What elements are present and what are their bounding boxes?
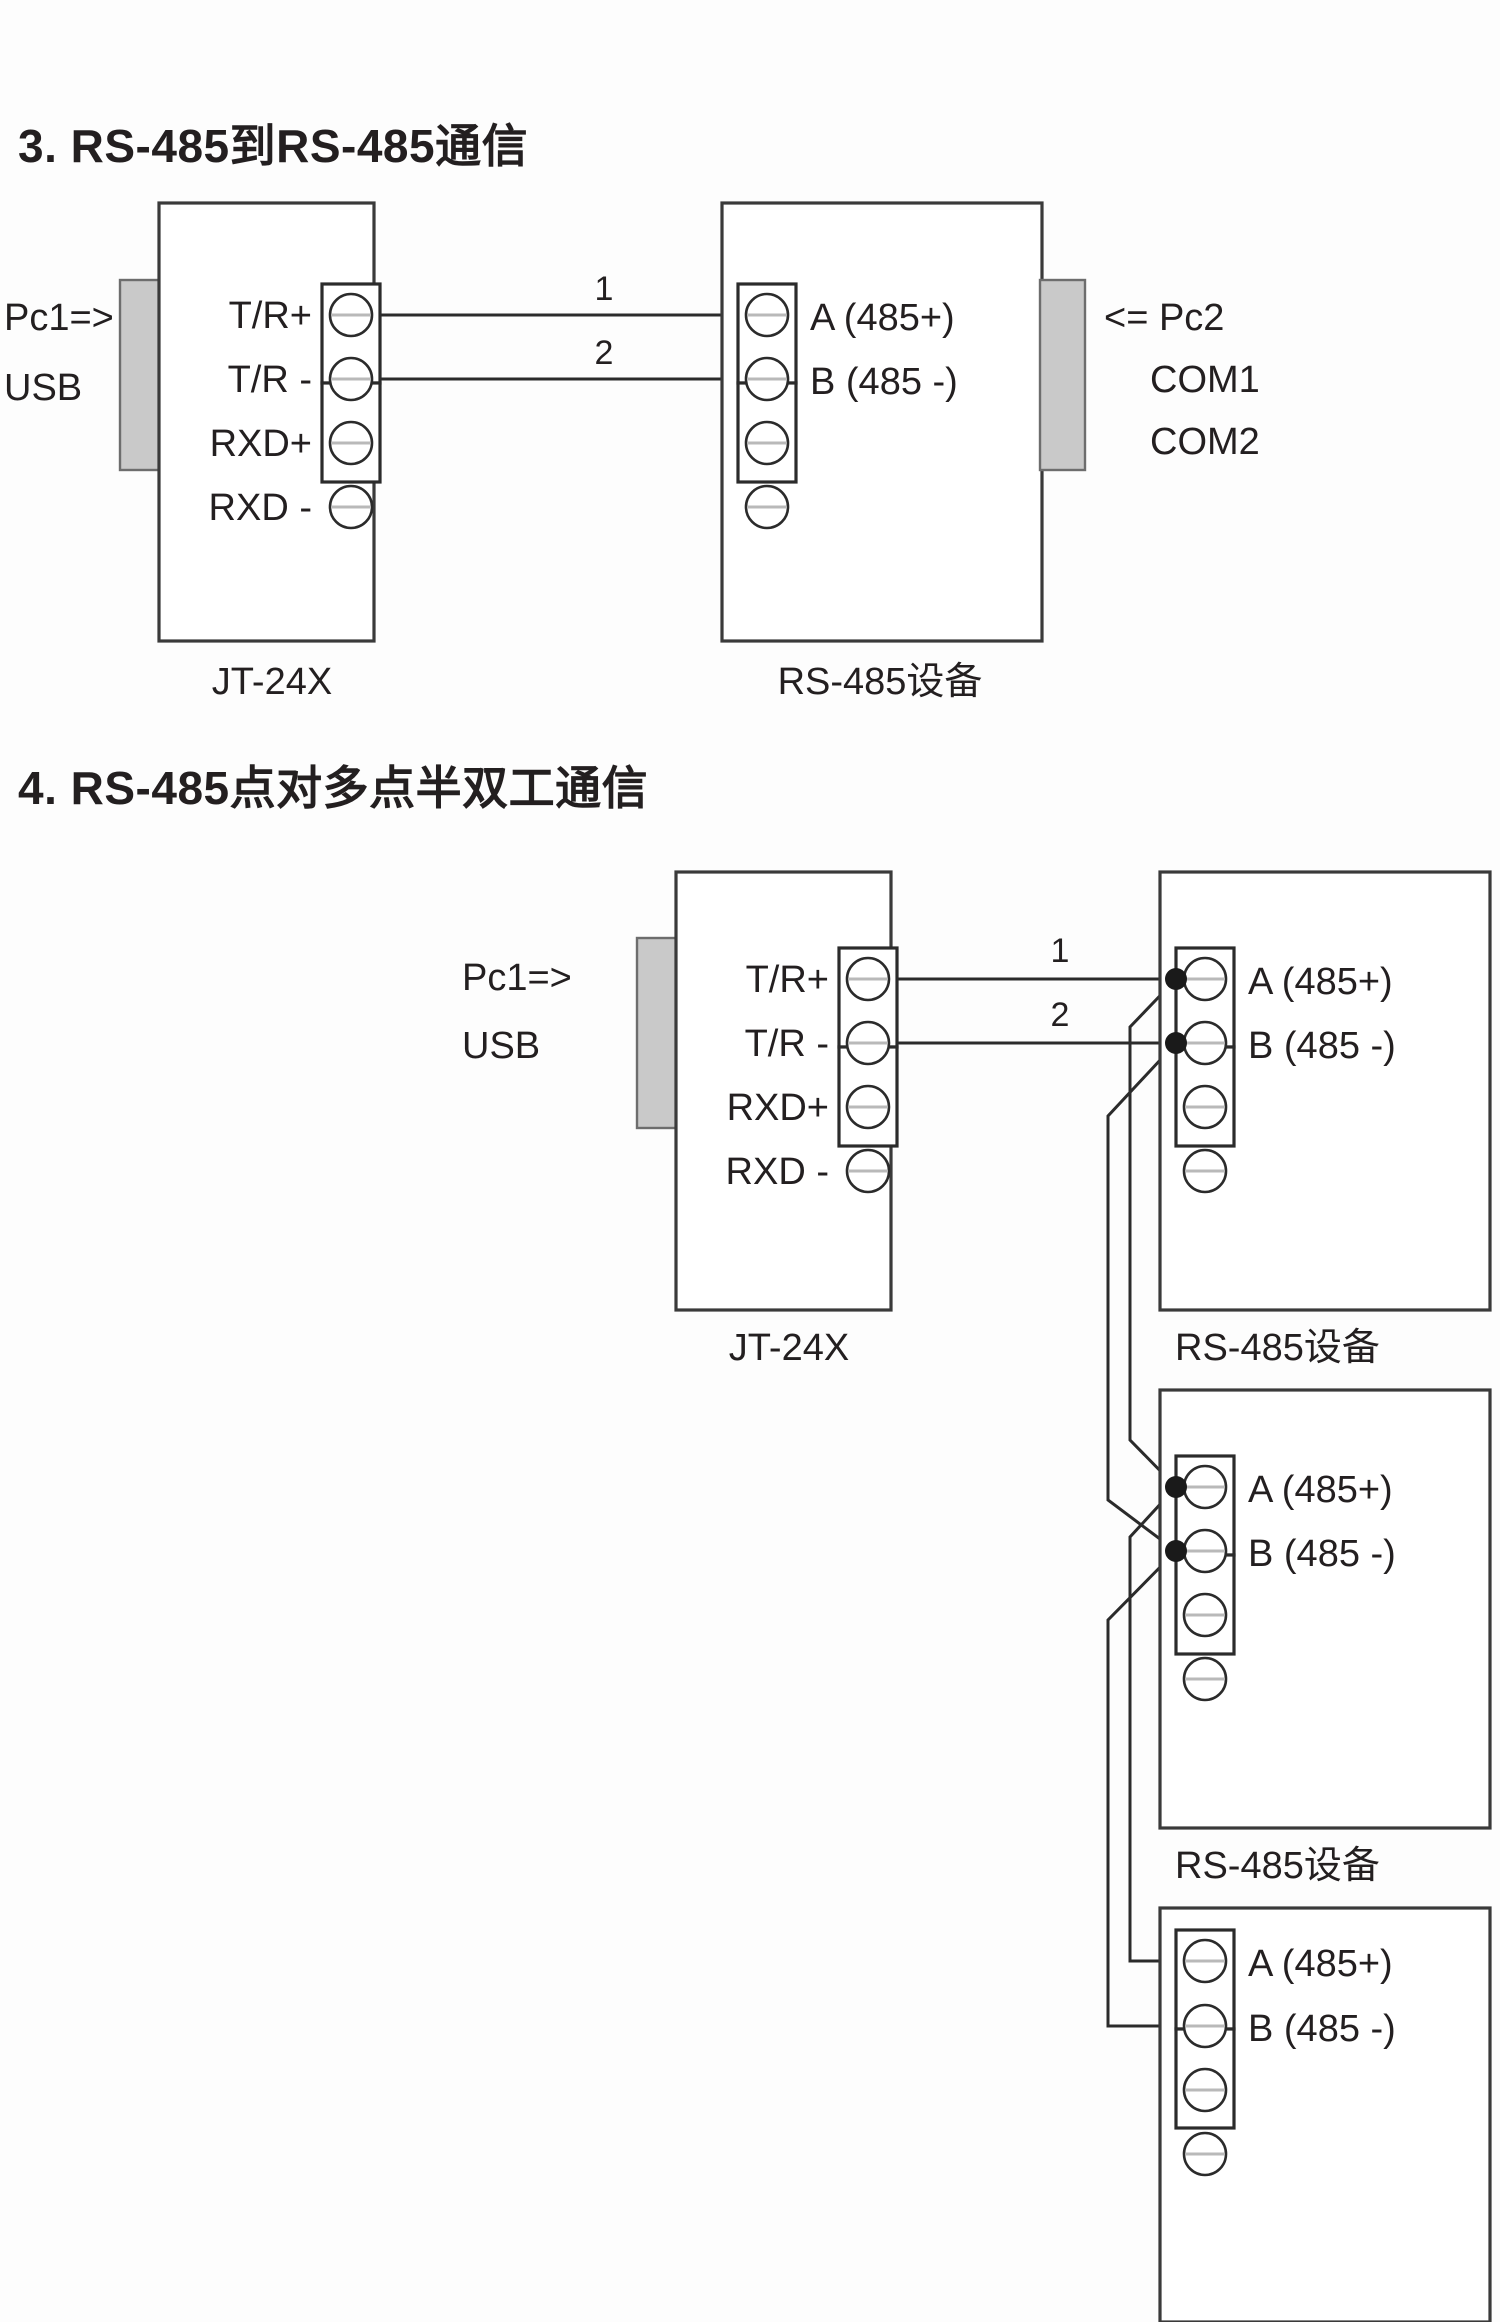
s3-device-body — [720, 201, 1044, 643]
s4-device-2-pin-1: B (485 -) — [1248, 1533, 1396, 1575]
s4-converter-screw-2 — [845, 1084, 891, 1130]
s3-device-screw-1 — [744, 356, 790, 402]
s3-converter-screw-2 — [328, 420, 374, 466]
s4-pc1-label: Pc1=> — [462, 957, 572, 999]
s3-device-com-connector — [1038, 278, 1087, 472]
s3-com1-label: COM1 — [1150, 359, 1260, 401]
s4-device-3-pin-1: B (485 -) — [1248, 2008, 1396, 2050]
s3-converter-pin-0: T/R+ — [229, 295, 312, 337]
s4-device-3-screw-1 — [1182, 2003, 1228, 2049]
s4-device-2-screw-3 — [1182, 1656, 1228, 1702]
s3-usb-label: USB — [4, 367, 82, 409]
s3-device-screw-0 — [744, 292, 790, 338]
s3-converter-pin-3: RXD - — [209, 487, 312, 529]
s4-device-2-pin-0: A (485+) — [1248, 1469, 1393, 1511]
s4-converter-terminal-strip-lower — [837, 1045, 899, 1148]
s3-converter-pin-2: RXD+ — [210, 423, 312, 465]
s3-converter-terminal-strip-upper — [320, 282, 382, 385]
s4-usb-label: USB — [462, 1025, 540, 1067]
s3-device-caption: RS-485设备 — [778, 661, 983, 703]
s3-pc2-label: <= Pc2 — [1104, 297, 1224, 339]
s4-converter-caption: JT-24X — [729, 1327, 849, 1369]
s4-converter-body — [674, 870, 893, 1312]
s4-device-1-screw-1 — [1182, 1020, 1228, 1066]
s4-wire-1-number: 1 — [1051, 932, 1070, 970]
s3-converter-screw-3 — [328, 484, 374, 530]
s3-wire-1-number: 1 — [595, 270, 614, 308]
s4-bus-a-segment-1 — [1128, 977, 1178, 1489]
s4-device-1-junction-b — [1165, 1032, 1187, 1054]
s4-device-2-screw-0 — [1182, 1464, 1228, 1510]
s4-device-2-screw-1 — [1182, 1528, 1228, 1574]
s4-device-3-terminal-strip-lower — [1174, 2027, 1236, 2130]
s3-converter-pin-1: T/R - — [228, 359, 312, 401]
s3-pc1-label: Pc1=> — [4, 297, 114, 339]
s4-bus-a-segment-2 — [1128, 1485, 1178, 1963]
s4-wire-2-number: 2 — [1051, 996, 1070, 1034]
s4-device-2-caption: RS-485设备 — [1175, 1845, 1380, 1887]
diagram-page: 3. RS-485到RS-485通信 4. RS-485点对多点半双工通信 Pc… — [0, 0, 1500, 2322]
s3-device-screw-2 — [744, 420, 790, 466]
s3-device-pin-0: A (485+) — [810, 297, 955, 339]
s4-device-3-screw-3 — [1182, 2131, 1228, 2177]
section-4-title: 4. RS-485点对多点半双工通信 — [18, 762, 649, 814]
s3-com2-label: COM2 — [1150, 421, 1260, 463]
s3-converter-screw-1 — [328, 356, 374, 402]
s4-device-3-pin-0: A (485+) — [1248, 1943, 1393, 1985]
s4-device-3-terminal-strip-upper — [1174, 1928, 1236, 2031]
s4-device-2-junction-a — [1165, 1476, 1187, 1498]
s4-device-2-junction-b — [1165, 1540, 1187, 1562]
s4-device-1-screw-2 — [1182, 1084, 1228, 1130]
s4-converter-pin-2: RXD+ — [727, 1087, 829, 1129]
s4-device-1-pin-1: B (485 -) — [1248, 1025, 1396, 1067]
s3-converter-screw-0 — [328, 292, 374, 338]
s3-wire-2-number: 2 — [595, 334, 614, 372]
s4-device-1-junction-a — [1165, 968, 1187, 990]
wiring-diagrams-canvas: Pc1=> USB T/R+ T/R - RXD+ RXD - 1 2 A (4… — [4, 201, 1492, 2322]
section-3-title: 3. RS-485到RS-485通信 — [18, 120, 529, 172]
s4-converter-pin-3: RXD - — [726, 1151, 829, 1193]
s4-converter-terminal-strip-upper — [837, 946, 899, 1049]
s4-device-3-screw-0 — [1182, 1938, 1228, 1984]
s4-device-3-body — [1158, 1906, 1492, 2322]
s3-device-terminal-strip-lower — [736, 381, 798, 484]
s4-bus-b-segment-1 — [1106, 1041, 1178, 1553]
s4-converter-screw-1 — [845, 1020, 891, 1066]
s4-bus-b-segment-2 — [1106, 1549, 1178, 2028]
s4-device-1-terminal-strip-lower — [1174, 1045, 1236, 1148]
s3-device-screw-3 — [744, 484, 790, 530]
s4-device-1-pin-0: A (485+) — [1248, 961, 1393, 1003]
s4-device-1-terminal-strip-upper — [1174, 946, 1236, 1049]
s4-device-2-body — [1158, 1388, 1492, 1830]
s4-device-1-caption: RS-485设备 — [1175, 1327, 1380, 1369]
s4-device-2-terminal-strip-upper — [1174, 1454, 1236, 1557]
s4-converter-screw-3 — [845, 1148, 891, 1194]
s3-converter-terminal-strip-lower — [320, 381, 382, 484]
s4-converter-screw-0 — [845, 956, 891, 1002]
s4-device-3-screw-2 — [1182, 2067, 1228, 2113]
s3-device-terminal-strip-upper — [736, 282, 798, 385]
s4-converter-pin-0: T/R+ — [746, 959, 829, 1001]
s4-converter-usb-connector — [635, 936, 684, 1130]
s4-device-2-terminal-strip-lower — [1174, 1553, 1236, 1656]
s4-converter-pin-1: T/R - — [745, 1023, 829, 1065]
s4-device-1-screw-0 — [1182, 956, 1228, 1002]
s4-device-1-screw-3 — [1182, 1148, 1228, 1194]
section-4-diagram: Pc1=> USB T/R+ T/R - RXD+ RXD - 1 2 A (4… — [462, 870, 1492, 2322]
s3-converter-usb-connector — [118, 278, 167, 472]
section-3-diagram: Pc1=> USB T/R+ T/R - RXD+ RXD - 1 2 A (4… — [4, 201, 1260, 703]
s4-device-1-body — [1158, 870, 1492, 1312]
s3-device-pin-1: B (485 -) — [810, 361, 958, 403]
s3-converter-caption: JT-24X — [212, 661, 332, 703]
s4-device-2-screw-2 — [1182, 1592, 1228, 1638]
s3-converter-body — [157, 201, 376, 643]
